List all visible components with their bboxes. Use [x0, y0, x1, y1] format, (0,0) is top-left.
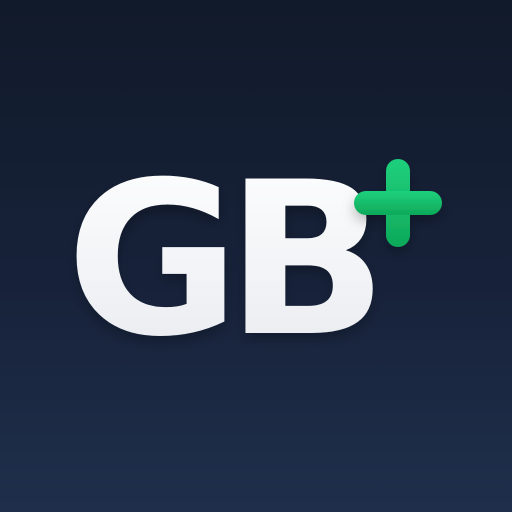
app-icon: GB	[0, 0, 512, 512]
logo: GB	[66, 136, 442, 383]
logo-text: GB	[66, 136, 374, 383]
